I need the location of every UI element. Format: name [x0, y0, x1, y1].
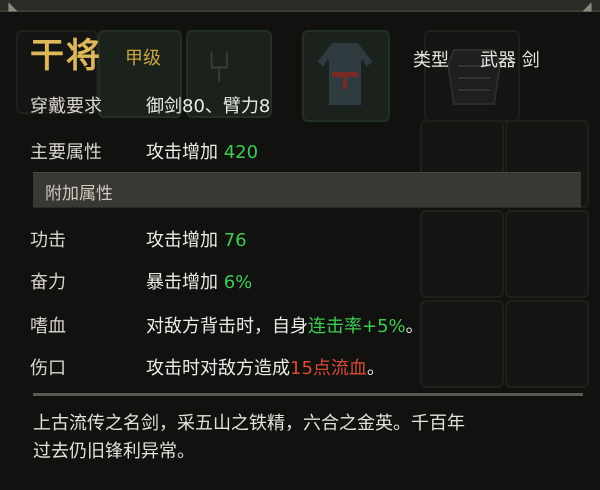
pitchfork-icon: ⑂	[206, 42, 233, 93]
trait-label: 伤口	[30, 358, 66, 379]
trait-text: 对敌方背击时，自身连击率+5%。	[146, 316, 424, 337]
main-attribute-value: 420	[223, 142, 259, 163]
bonus-attribute-label: 功击	[30, 230, 66, 251]
bonus-attribute-value: 6%	[223, 272, 253, 293]
bonus-section-title: 附加属性	[45, 184, 113, 204]
bonus-attribute-value: 76	[223, 230, 247, 251]
item-tooltip-panel: ◣ ◢ ⑂ 干将 甲级 类型 武器 剑 穿戴要求 御剑80、臂力8 主要属性 攻…	[0, 0, 600, 490]
item-name: 干将	[30, 36, 102, 76]
bonus-attribute-label: 奋力	[30, 272, 66, 293]
robe-icon	[314, 41, 376, 107]
requirements-label: 穿戴要求	[30, 96, 102, 117]
description-line: 上古流传之名剑，采五山之铁精，六合之金英。千百年	[33, 413, 465, 434]
bonus-attribute-text: 攻击增加 76	[146, 230, 247, 251]
main-attribute-text: 攻击增加 420	[146, 142, 259, 163]
inventory-slot	[505, 210, 589, 298]
panel-top-frame	[0, 0, 600, 12]
bonus-attribute-text: 暴击增加 6%	[146, 272, 253, 293]
trait-label: 嗜血	[30, 316, 66, 337]
description-divider	[33, 393, 583, 396]
item-type-value: 武器 剑	[480, 50, 540, 71]
item-description: 上古流传之名剑，采五山之铁精，六合之金英。千百年 过去仍旧锋利异常。	[33, 410, 579, 466]
main-attribute-label: 主要属性	[30, 142, 102, 163]
trait-highlight: 连击率+5%	[308, 316, 406, 337]
requirements-value: 御剑80、臂力8	[146, 96, 271, 117]
corner-rivet-icon: ◣	[8, 0, 18, 13]
bonus-attributes-header: 附加属性	[33, 172, 581, 208]
trait-highlight: 15点流血	[290, 358, 367, 379]
trait-text: 攻击时对敌方造成15点流血。	[146, 358, 385, 379]
corner-rivet-icon: ◢	[582, 0, 592, 13]
inventory-slot	[505, 300, 589, 388]
item-grade: 甲级	[125, 48, 161, 69]
inventory-slot	[420, 300, 504, 388]
inventory-slot	[420, 210, 504, 298]
item-type-label: 类型	[413, 50, 449, 71]
description-line: 过去仍旧锋利异常。	[33, 441, 195, 462]
